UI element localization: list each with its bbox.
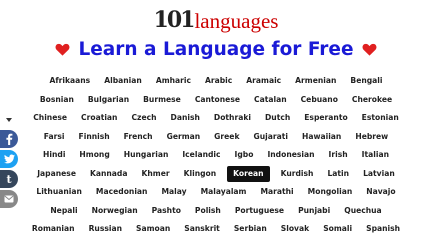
- language-row: Lithuanian Macedonian Malay Malayalam Marath…: [0, 183, 432, 202]
- language-link-irish[interactable]: Irish: [326, 148, 351, 162]
- heart-icon: [55, 43, 70, 56]
- language-link-chinese[interactable]: Chinese: [30, 111, 70, 125]
- language-link-estonian[interactable]: Estonian: [359, 111, 402, 125]
- language-link-croatian[interactable]: Croatian: [78, 111, 120, 125]
- language-link-armenian[interactable]: Armenian: [292, 74, 339, 88]
- language-link-icelandic[interactable]: Icelandic: [179, 148, 223, 162]
- language-link-aramaic[interactable]: Aramaic: [243, 74, 284, 88]
- language-link-spanish[interactable]: Spanish: [363, 222, 403, 236]
- language-link-bengali[interactable]: Bengali: [347, 74, 385, 88]
- tumblr-icon[interactable]: t: [0, 170, 18, 188]
- language-link-lithuanian[interactable]: Lithuanian: [33, 185, 85, 199]
- language-link-amharic[interactable]: Amharic: [153, 74, 194, 88]
- language-link-esperanto[interactable]: Esperanto: [301, 111, 350, 125]
- language-link-cantonese[interactable]: Cantonese: [192, 93, 243, 107]
- language-link-japanese[interactable]: Japanese: [34, 167, 79, 181]
- logo-number: 101: [153, 7, 196, 33]
- language-link-hawaiian[interactable]: Hawaiian: [299, 130, 344, 144]
- language-link-kurdish[interactable]: Kurdish: [278, 167, 317, 181]
- language-link-klingon[interactable]: Klingon: [181, 167, 220, 181]
- share-toggle-icon[interactable]: [6, 118, 12, 122]
- heart-icon: [362, 43, 377, 56]
- language-link-khmer[interactable]: Khmer: [139, 167, 173, 181]
- language-row: Bosnian Bulgarian Burmese Cantonese Catalan C…: [0, 91, 432, 110]
- language-link-sanskrit[interactable]: Sanskrit: [181, 222, 223, 236]
- language-link-mongolian[interactable]: Mongolian: [305, 185, 356, 199]
- language-link-punjabi[interactable]: Punjabi: [295, 204, 333, 218]
- language-row: Afrikaans Albanian Amharic Arabic Aramaic Arm…: [0, 72, 432, 91]
- language-link-italian[interactable]: Italian: [359, 148, 392, 162]
- language-link-nepali[interactable]: Nepali: [47, 204, 80, 218]
- language-row: Chinese Croatian Czech Danish Dothraki Dutch E…: [0, 109, 432, 128]
- language-row: Hindi Hmong Hungarian Icelandic Igbo Indonesi…: [0, 146, 432, 165]
- language-link-serbian[interactable]: Serbian: [231, 222, 270, 236]
- language-link-gujarati[interactable]: Gujarati: [251, 130, 291, 144]
- language-link-burmese[interactable]: Burmese: [140, 93, 184, 107]
- language-row: Nepali Norwegian Pashto Polish Portuguese Pun…: [0, 202, 432, 221]
- language-link-kannada[interactable]: Kannada: [87, 167, 131, 181]
- logo-word: languages: [194, 8, 279, 33]
- language-link-marathi[interactable]: Marathi: [257, 185, 296, 199]
- language-link-latvian[interactable]: Latvian: [360, 167, 398, 181]
- headline-text: Learn a Language for Free: [78, 39, 354, 60]
- language-link-indonesian[interactable]: Indonesian: [264, 148, 317, 162]
- language-link-arabic[interactable]: Arabic: [202, 74, 235, 88]
- language-link-polish[interactable]: Polish: [192, 204, 224, 218]
- language-link-pashto[interactable]: Pashto: [149, 204, 184, 218]
- page-headline: Learn a Language for Free: [0, 39, 432, 63]
- language-link-malayalam[interactable]: Malayalam: [198, 185, 250, 199]
- language-link-farsi[interactable]: Farsi: [41, 130, 68, 144]
- language-link-bulgarian[interactable]: Bulgarian: [85, 93, 132, 107]
- language-link-finnish[interactable]: Finnish: [76, 130, 113, 144]
- language-link-cherokee[interactable]: Cherokee: [349, 93, 395, 107]
- language-link-portuguese[interactable]: Portuguese: [232, 204, 287, 218]
- language-link-albanian[interactable]: Albanian: [101, 74, 145, 88]
- language-link-samoan[interactable]: Samoan: [133, 222, 173, 236]
- language-link-russian[interactable]: Russian: [86, 222, 125, 236]
- language-link-hebrew[interactable]: Hebrew: [352, 130, 391, 144]
- site-logo[interactable]: 101languages: [0, 7, 432, 34]
- language-link-french[interactable]: French: [121, 130, 156, 144]
- language-row: Japanese Kannada Khmer Klingon Korean Kurdish…: [0, 165, 432, 184]
- twitter-icon[interactable]: [0, 150, 18, 168]
- language-link-danish[interactable]: Danish: [168, 111, 203, 125]
- language-link-dothraki[interactable]: Dothraki: [211, 111, 254, 125]
- language-grid: Afrikaans Albanian Amharic Arabic Aramaic Arm…: [0, 72, 432, 239]
- language-link-dutch[interactable]: Dutch: [262, 111, 293, 125]
- language-link-somali[interactable]: Somali: [320, 222, 355, 236]
- language-link-hmong[interactable]: Hmong: [76, 148, 112, 162]
- language-link-korean[interactable]: Korean: [227, 165, 270, 182]
- language-link-navajo[interactable]: Navajo: [363, 185, 398, 199]
- language-link-hindi[interactable]: Hindi: [40, 148, 68, 162]
- language-link-cebuano[interactable]: Cebuano: [298, 93, 341, 107]
- facebook-icon[interactable]: [0, 130, 18, 148]
- language-link-slovak[interactable]: Slovak: [278, 222, 312, 236]
- language-link-norwegian[interactable]: Norwegian: [89, 204, 141, 218]
- language-link-catalan[interactable]: Catalan: [251, 93, 290, 107]
- language-link-afrikaans[interactable]: Afrikaans: [46, 74, 93, 88]
- language-link-german[interactable]: German: [164, 130, 204, 144]
- language-row: Farsi Finnish French German Greek Gujarati Haw…: [0, 128, 432, 147]
- language-row: Romanian Russian Samoan Sanskrit Serbian Slov…: [0, 220, 432, 239]
- language-link-malay[interactable]: Malay: [158, 185, 189, 199]
- language-link-czech[interactable]: Czech: [128, 111, 159, 125]
- email-icon[interactable]: [0, 190, 18, 208]
- language-link-bosnian[interactable]: Bosnian: [37, 93, 77, 107]
- language-link-romanian[interactable]: Romanian: [29, 222, 78, 236]
- language-link-hungarian[interactable]: Hungarian: [121, 148, 172, 162]
- language-link-macedonian[interactable]: Macedonian: [93, 185, 151, 199]
- language-link-igbo[interactable]: Igbo: [232, 148, 257, 162]
- language-link-latin[interactable]: Latin: [324, 167, 352, 181]
- language-link-quechua[interactable]: Quechua: [341, 204, 384, 218]
- language-link-greek[interactable]: Greek: [211, 130, 242, 144]
